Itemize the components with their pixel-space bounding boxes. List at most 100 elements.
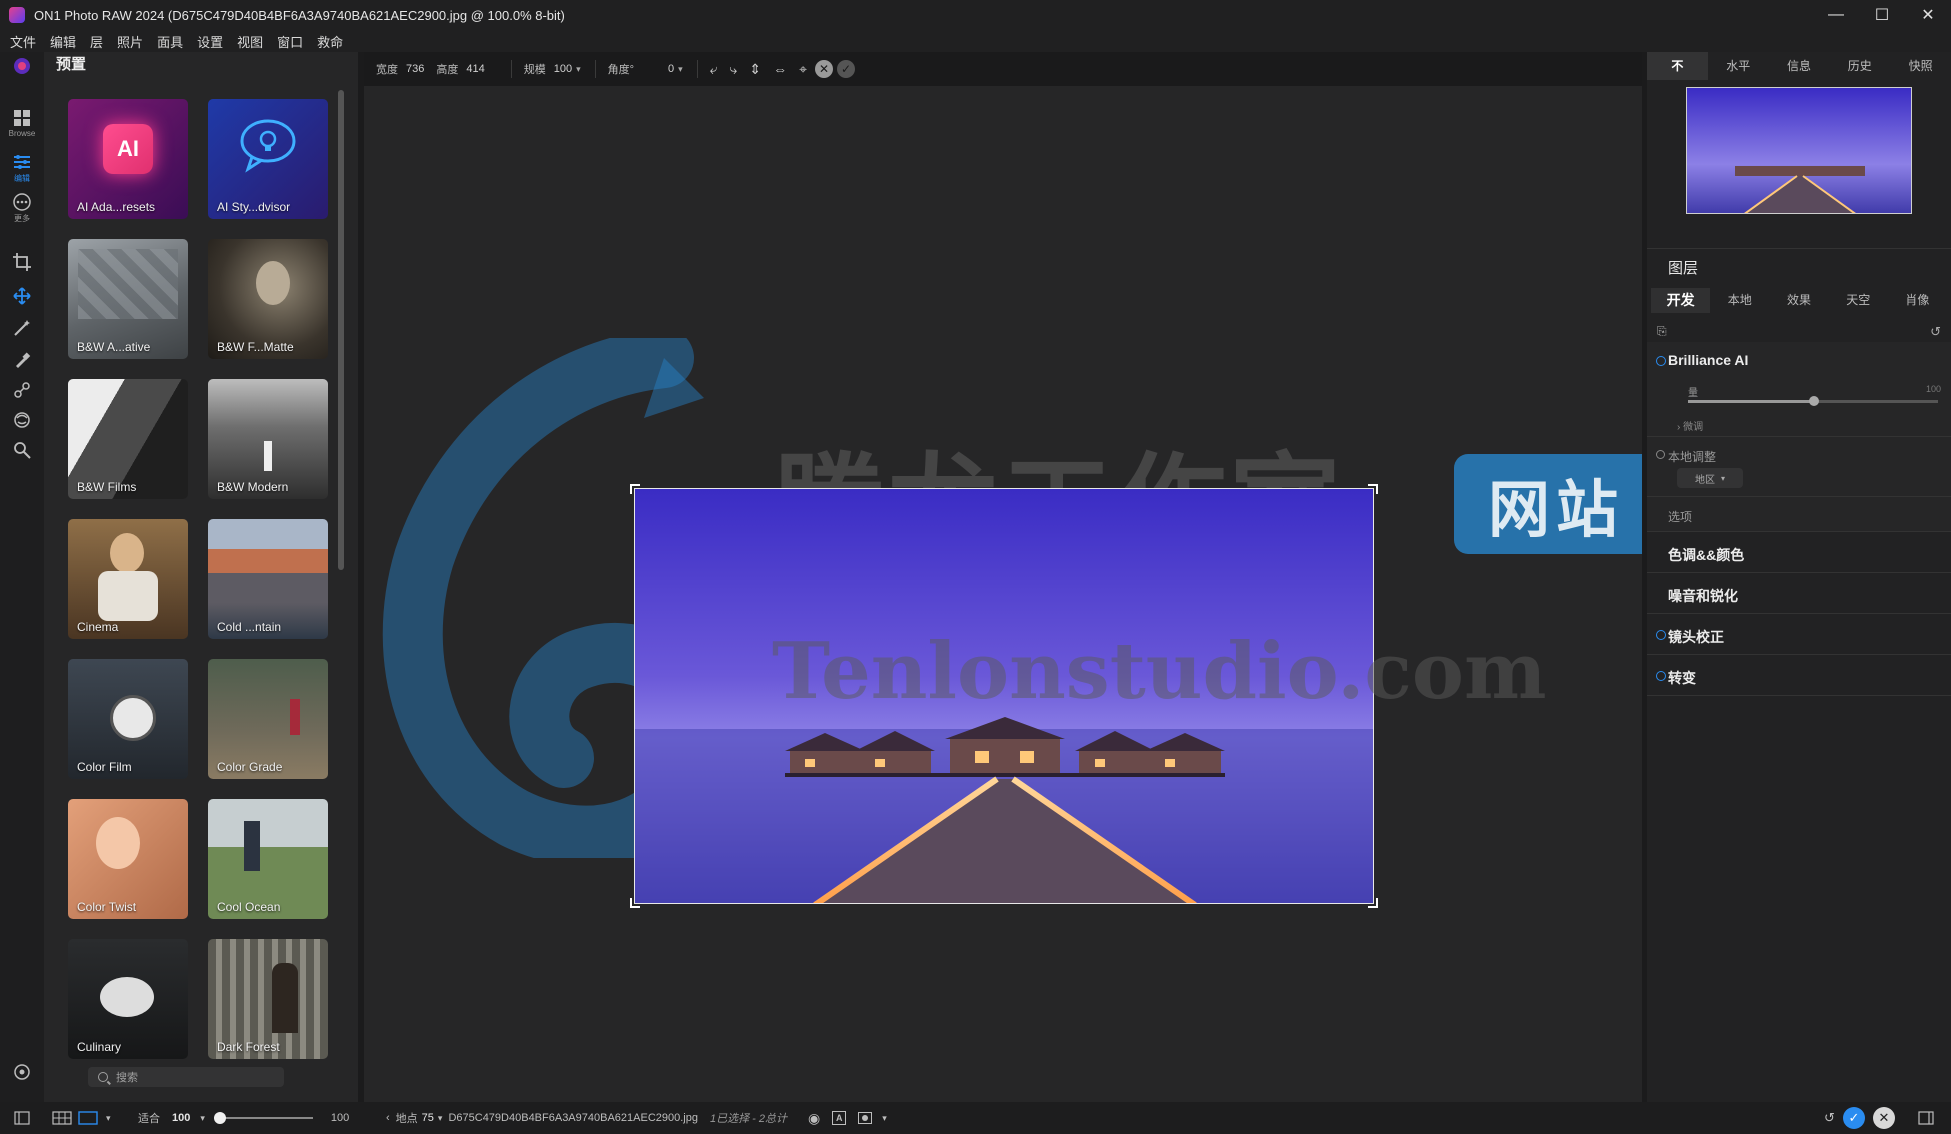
preset-tile[interactable]: AI Sty...dvisor (208, 99, 328, 219)
tab-sky[interactable]: 天空 (1829, 288, 1888, 313)
menu-help[interactable]: 救命 (317, 32, 343, 51)
preset-tile[interactable]: B&W Films (68, 379, 188, 499)
view-mode-single-icon[interactable]: ▾ (78, 1102, 111, 1134)
preset-tile[interactable]: Dark Forest (208, 939, 328, 1059)
tab-navigator[interactable]: 不 (1647, 52, 1708, 80)
maximize-button[interactable]: ☐ (1859, 0, 1905, 30)
width-value[interactable]: 736 (406, 63, 424, 75)
flip-horizontal-icon[interactable]: ⇔ (773, 61, 787, 77)
chevron-down-icon[interactable]: ▾ (882, 1113, 887, 1124)
height-value[interactable]: 414 (466, 63, 484, 75)
lens-correction-section[interactable]: 镜头校正 (1647, 614, 1951, 655)
preset-tile[interactable]: B&W F...Matte (208, 239, 328, 359)
cancel-button[interactable]: ✕ (1872, 1107, 1895, 1129)
tab-portrait[interactable]: 肖像 (1888, 288, 1947, 313)
menu-window[interactable]: 窗口 (277, 32, 303, 51)
tab-effects[interactable]: 效果 (1769, 288, 1828, 313)
zoom-tool[interactable] (0, 440, 44, 460)
preset-tile[interactable]: Color Film (68, 659, 188, 779)
menu-mask[interactable]: 面具 (157, 32, 183, 51)
crop-corner-handle[interactable] (630, 484, 640, 494)
tab-local[interactable]: 本地 (1710, 288, 1769, 313)
extras-tool[interactable] (0, 1062, 44, 1082)
region-select[interactable]: 地区 ▾ (1677, 468, 1743, 488)
amount-slider[interactable] (1688, 396, 1938, 406)
height-field[interactable]: 高度 414 (436, 61, 496, 77)
tab-develop[interactable]: 开发 (1651, 288, 1711, 313)
rotate-left-icon[interactable]: ⤶ (710, 61, 718, 78)
tab-info[interactable]: 信息 (1769, 52, 1830, 80)
crop-corner-handle[interactable] (630, 898, 640, 908)
transform-toggle[interactable] (1656, 671, 1666, 681)
tab-snapshots[interactable]: 快照 (1890, 52, 1951, 80)
close-window-button[interactable]: ✕ (1905, 0, 1951, 30)
more-module[interactable]: 更多 (0, 192, 44, 224)
tab-history[interactable]: 历史 (1829, 52, 1890, 80)
preset-tile[interactable]: Color Grade (208, 659, 328, 779)
view-mode-grid-icon[interactable] (52, 1102, 72, 1134)
edit-module[interactable]: 编辑 (0, 152, 44, 184)
export-icon[interactable]: ⎘ (1657, 324, 1667, 339)
preset-tile[interactable]: Culinary (68, 939, 188, 1059)
scale-dropdown[interactable]: 规模 100 ▾ (524, 61, 581, 77)
retouch-tool[interactable] (0, 380, 44, 400)
layers-title[interactable]: 图层 (1668, 257, 1698, 278)
portrait-tool[interactable] (0, 410, 44, 430)
browse-module[interactable]: Browse (0, 108, 44, 138)
toggle-left-panel-icon[interactable] (14, 1102, 30, 1134)
flip-vertical-icon[interactable]: ⇕ (749, 61, 761, 78)
menu-view[interactable]: 视图 (237, 32, 263, 51)
tone-color-section[interactable]: 色调&&颜色 (1647, 532, 1951, 573)
fit-label[interactable]: 适合 (138, 1110, 160, 1126)
options-label[interactable]: 选项 (1668, 508, 1692, 525)
presets-scrollbar[interactable] (338, 90, 344, 570)
menu-file[interactable]: 文件 (10, 32, 36, 51)
menu-layer[interactable]: 层 (90, 32, 103, 51)
preset-tile[interactable]: AI AI Ada...resets (68, 99, 188, 219)
width-field[interactable]: 宽度 736 (376, 61, 436, 77)
apply-crop-icon[interactable]: ✓ (836, 60, 855, 78)
chevron-down-icon[interactable]: ▾ (438, 1113, 443, 1124)
local-adjust-radio[interactable] (1656, 450, 1665, 459)
cancel-crop-icon[interactable]: ✕ (814, 60, 833, 78)
navigator-preview[interactable] (1686, 87, 1912, 214)
zoom-slider-knob[interactable] (213, 1112, 226, 1124)
rotate-right-icon[interactable]: ⤷ (730, 61, 738, 78)
amount-slider-knob[interactable] (1809, 396, 1819, 406)
brilliance-title[interactable]: Brilliance AI (1668, 352, 1748, 368)
zoom-value[interactable]: 100 (172, 1112, 190, 1124)
image-canvas[interactable]: 腾龙工作室 (364, 86, 1642, 1102)
ai-mask-icon[interactable]: A (832, 1111, 847, 1125)
crosshair-icon[interactable]: ⌖ (799, 61, 807, 78)
crop-corner-handle[interactable] (1368, 898, 1378, 908)
lens-correction-toggle[interactable] (1656, 630, 1666, 640)
transform-section[interactable]: 转变 (1647, 655, 1951, 696)
angle-field[interactable]: 角度° 0 ▾ (608, 61, 683, 77)
reset-icon[interactable]: ↺ (1824, 1110, 1835, 1126)
preset-tile[interactable]: Color Twist (68, 799, 188, 919)
chevron-down-icon[interactable]: ▾ (106, 1113, 111, 1124)
preset-tile[interactable]: Cool Ocean (208, 799, 328, 919)
mask-view-icon[interactable] (858, 1112, 873, 1124)
preset-tile[interactable]: Cold ...ntain (208, 519, 328, 639)
eye-icon[interactable]: ◉ (808, 1110, 820, 1127)
chevron-left-icon[interactable]: ‹ (386, 1112, 390, 1124)
crop-corner-handle[interactable] (1368, 484, 1378, 494)
preset-tile[interactable]: B&W A...ative (68, 239, 188, 359)
transform-tool[interactable] (0, 286, 44, 306)
noise-sharpen-section[interactable]: 噪音和锐化 (1647, 573, 1951, 614)
fine-tune-toggle[interactable]: › 微调 (1677, 418, 1703, 433)
preset-tile[interactable]: B&W Modern (208, 379, 328, 499)
zoom-slider[interactable] (213, 1112, 313, 1124)
brush-tool[interactable] (0, 350, 44, 370)
minimize-button[interactable]: — (1813, 0, 1859, 30)
preset-tile[interactable]: Cinema (68, 519, 188, 639)
apply-button[interactable]: ✓ (1842, 1107, 1865, 1129)
menu-settings[interactable]: 设置 (197, 32, 223, 51)
magic-wand-tool[interactable] (0, 318, 44, 338)
toggle-right-panel-icon[interactable] (1918, 1102, 1934, 1134)
reset-icon[interactable]: ↺ (1930, 324, 1941, 340)
chevron-down-icon[interactable]: ▾ (200, 1113, 205, 1124)
menu-edit[interactable]: 编辑 (50, 32, 76, 51)
tab-levels[interactable]: 水平 (1708, 52, 1769, 80)
